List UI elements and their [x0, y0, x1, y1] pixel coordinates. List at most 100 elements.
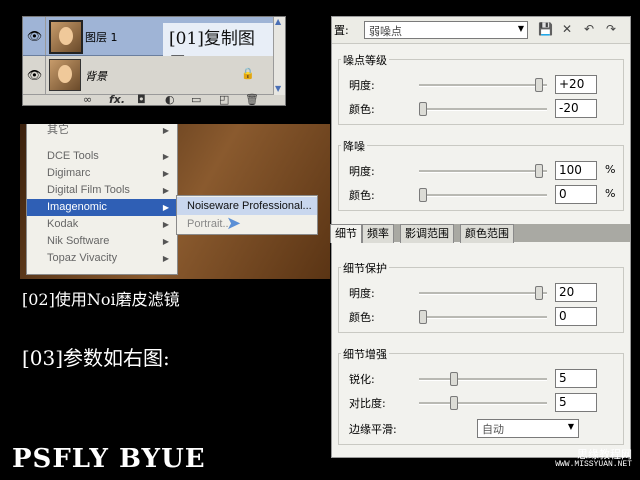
- slider-track[interactable]: [419, 84, 547, 87]
- slider-label: 颜色:: [349, 103, 375, 116]
- layers-panel: 👁 图层 1 [01]复制图层 👁 背景 🔒 ▲ ▼ ∞ fx. ◘ ◐ ▭ ◰…: [22, 16, 286, 106]
- slider-handle[interactable]: [534, 78, 543, 92]
- scrollbar[interactable]: ▲ ▼: [273, 17, 285, 95]
- submenu-item-noiseware[interactable]: Noiseware Professional...: [177, 197, 317, 215]
- menu-item-imagenomic[interactable]: Imagenomic ▶: [27, 199, 177, 216]
- layer-row-layer1[interactable]: 👁 图层 1 [01]复制图层: [23, 17, 273, 75]
- slider-track[interactable]: [419, 402, 547, 405]
- noiseware-settings-panel: 置: 弱噪点 ▼ 💾 ✕ ↶ ↷ 噪点等级 明度: +20 颜色: -20 降噪…: [330, 16, 631, 458]
- value-field[interactable]: -20: [555, 99, 597, 118]
- chevron-right-icon: ▶: [162, 152, 169, 161]
- visibility-toggle[interactable]: 👁: [23, 56, 46, 94]
- chevron-right-icon: ▶: [162, 220, 169, 229]
- scroll-down-icon[interactable]: ▼: [275, 84, 281, 93]
- visibility-toggle[interactable]: 👁: [23, 17, 46, 55]
- chevron-right-icon: ▶: [162, 254, 169, 263]
- fx-icon[interactable]: fx.: [109, 93, 125, 106]
- slider-row: 对比度: 5: [339, 392, 623, 414]
- value-field[interactable]: 5: [555, 369, 597, 388]
- slider-handle[interactable]: [534, 164, 543, 178]
- folder-icon[interactable]: ▭: [191, 93, 201, 106]
- value-field[interactable]: 5: [555, 393, 597, 412]
- slider-handle[interactable]: [449, 396, 458, 410]
- slider-handle[interactable]: [449, 372, 458, 386]
- menu-item[interactable]: Topaz Vivacity ▶: [27, 250, 177, 267]
- preset-dropdown[interactable]: 弱噪点 ▼: [364, 21, 528, 39]
- preset-bar: 置: 弱噪点 ▼ 💾 ✕ ↶ ↷: [332, 17, 630, 44]
- imagenomic-submenu: Noiseware Professional... Portrait...: [176, 195, 318, 235]
- tab-tonal-range[interactable]: 影调范围: [400, 224, 454, 243]
- slider-label: 颜色:: [349, 189, 375, 202]
- slider-handle[interactable]: [419, 310, 427, 324]
- layer-thumbnail: [49, 59, 81, 91]
- chevron-right-icon: ▶: [162, 186, 169, 195]
- scroll-up-icon[interactable]: ▲: [275, 17, 281, 26]
- filter-menu: 其它 ▶ DCE Tools ▶ Digimarc ▶ Digital Film To…: [26, 124, 178, 275]
- chevron-right-icon: ▶: [162, 169, 169, 178]
- save-icon[interactable]: 💾: [538, 22, 553, 36]
- slider-track[interactable]: [419, 108, 547, 111]
- slider-row: 明度: 20: [339, 282, 623, 304]
- slider-handle[interactable]: [419, 102, 427, 116]
- chevron-right-icon: ▶: [162, 203, 169, 212]
- tab-frequency[interactable]: 频率: [362, 224, 394, 243]
- mask-icon[interactable]: ◘: [137, 93, 146, 106]
- chevron-right-icon: ▶: [162, 126, 169, 135]
- menu-item[interactable]: Digimarc ▶: [27, 165, 177, 182]
- slider-track[interactable]: [419, 378, 547, 381]
- menu-item[interactable]: 其它 ▶: [27, 122, 177, 139]
- layer-name[interactable]: 背景: [85, 68, 107, 84]
- menu-item[interactable]: Kodak ▶: [27, 216, 177, 233]
- tab-detail[interactable]: 细节: [330, 224, 362, 243]
- unit-label: %: [605, 163, 616, 176]
- slider-handle[interactable]: [534, 286, 543, 300]
- slider-track[interactable]: [419, 194, 547, 197]
- value-field[interactable]: 20: [555, 283, 597, 302]
- adjustment-icon[interactable]: ◐: [165, 93, 175, 106]
- slider-label: 颜色:: [349, 311, 375, 324]
- layer-thumbnail: [49, 20, 83, 54]
- submenu-item-portraiture[interactable]: Portrait...: [177, 215, 317, 233]
- edge-smoothing-row: 边缘平滑: 自动 ▼: [339, 418, 623, 440]
- slider-handle[interactable]: [419, 188, 427, 202]
- chevron-right-icon: ▶: [162, 237, 169, 246]
- preset-label: 置:: [334, 24, 349, 37]
- redo-icon[interactable]: ↷: [606, 22, 616, 36]
- delete-icon[interactable]: ✕: [562, 22, 572, 36]
- menu-item[interactable]: DCE Tools ▶: [27, 148, 177, 165]
- chain-icon[interactable]: ∞: [83, 93, 92, 106]
- value-field[interactable]: 100: [555, 161, 597, 180]
- eye-icon: 👁: [27, 68, 43, 82]
- noise-levels-group: 噪点等级 明度: +20 颜色: -20: [338, 52, 624, 125]
- trash-icon[interactable]: 🗑: [245, 93, 259, 106]
- menu-item[interactable]: Nik Software ▶: [27, 233, 177, 250]
- slider-track[interactable]: [419, 292, 547, 295]
- unit-label: %: [605, 187, 616, 200]
- slider-row: 颜色: -20: [339, 98, 623, 120]
- group-title: 细节增强: [341, 346, 389, 362]
- value-field[interactable]: 0: [555, 185, 597, 204]
- slider-track[interactable]: [419, 170, 547, 173]
- layer-row-background[interactable]: 👁 背景 🔒: [23, 56, 273, 95]
- value-field[interactable]: 0: [555, 307, 597, 326]
- slider-label: 锐化:: [349, 373, 375, 386]
- layer-toolbar: ∞ fx. ◘ ◐ ▭ ◰ 🗑: [23, 93, 285, 107]
- tab-color-range[interactable]: 颜色范围: [460, 224, 514, 243]
- slider-row: 明度: +20: [339, 74, 623, 96]
- brand-logo-text: PSFLY BYUE: [12, 444, 206, 474]
- slider-label: 明度:: [349, 287, 375, 300]
- step2-caption: [02]使用Noi磨皮滤镜: [22, 290, 180, 309]
- group-title: 降噪: [341, 138, 367, 154]
- eye-icon: 👁: [27, 29, 43, 43]
- slider-label: 明度:: [349, 165, 375, 178]
- value-field[interactable]: +20: [555, 75, 597, 94]
- edge-smoothing-dropdown[interactable]: 自动 ▼: [477, 419, 579, 438]
- menu-item[interactable]: Digital Film Tools ▶: [27, 182, 177, 199]
- undo-icon[interactable]: ↶: [584, 22, 594, 36]
- layer-name[interactable]: 图层 1: [85, 29, 118, 45]
- slider-track[interactable]: [419, 316, 547, 319]
- edge-smoothing-value: 自动: [482, 423, 504, 436]
- filter-menu-screenshot: 其它 ▶ DCE Tools ▶ Digimarc ▶ Digital Film To…: [20, 124, 330, 279]
- site-watermark: 思缘教程网 WWW.MISSYUAN.NET: [555, 448, 632, 469]
- new-layer-icon[interactable]: ◰: [219, 93, 229, 106]
